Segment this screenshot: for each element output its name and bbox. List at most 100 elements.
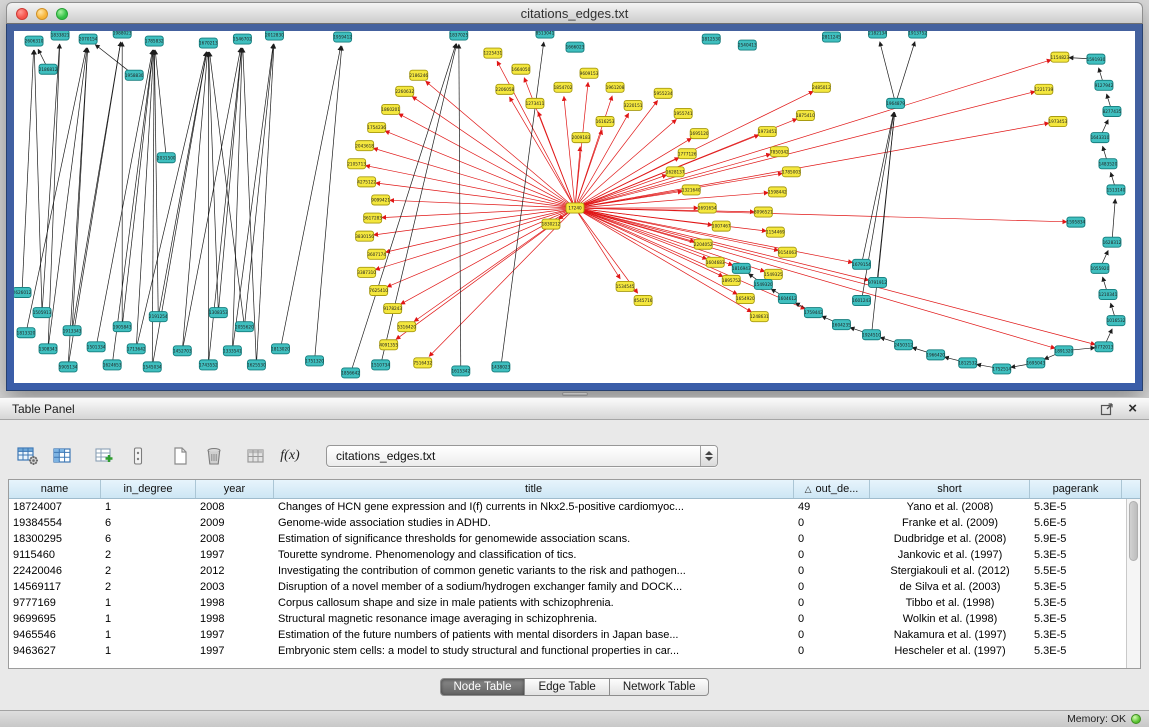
graph-node[interactable]: 1273411 (526, 98, 545, 108)
graph-node[interactable]: 1713642 (127, 344, 146, 354)
graph-node[interactable]: 2012830 (265, 31, 284, 40)
graph-node[interactable]: 2626012 (14, 287, 32, 297)
graph-node[interactable]: 2186812 (39, 64, 58, 74)
graph-node[interactable]: 1854702 (554, 82, 573, 92)
graph-node[interactable]: 1210341 (1099, 289, 1118, 299)
graph-node[interactable]: 9099421 (371, 195, 390, 205)
graph-node[interactable]: 1891320 (1055, 346, 1074, 356)
graph-node[interactable]: 1966420 (926, 350, 945, 360)
graph-node[interactable]: 1666023 (566, 42, 585, 52)
graph-node[interactable]: 5955234 (654, 88, 673, 98)
graph-node[interactable]: 9127942 (1095, 80, 1114, 90)
graph-node[interactable]: 9178243 (383, 304, 402, 314)
graph-node[interactable]: 1830212 (542, 219, 561, 229)
graph-node[interactable]: 1601243 (852, 296, 871, 306)
graph-node[interactable]: 1695043 (1026, 358, 1045, 368)
graph-node[interactable]: 8513041 (536, 31, 555, 38)
graph-node[interactable]: 1955741 (674, 108, 693, 118)
graph-node[interactable]: 1691654 (698, 203, 717, 213)
graph-node[interactable]: 7516432 (413, 358, 432, 368)
close-panel-button[interactable]: × (1128, 402, 1137, 416)
row-tools-button[interactable] (124, 443, 152, 469)
column-header-pagerank[interactable]: pagerank (1030, 480, 1122, 498)
graph-node[interactable]: 2485012 (812, 82, 831, 92)
function-builder-button[interactable]: f(x) (276, 443, 304, 469)
graph-node[interactable]: 1513140 (1107, 185, 1126, 195)
graph-node[interactable]: 9609153 (580, 68, 599, 78)
table-row[interactable]: 946554611997Estimation of the future num… (9, 627, 1126, 643)
graph-node[interactable]: 1905843 (113, 322, 132, 332)
float-panel-button[interactable] (1100, 402, 1114, 416)
column-header-in_degree[interactable]: in_degree (101, 480, 196, 498)
graph-node[interactable]: 1333541 (223, 346, 242, 356)
graph-node[interactable]: 1913752 (908, 31, 927, 38)
graph-node[interactable]: 1616253 (596, 116, 615, 126)
graph-node[interactable]: 1751320 (305, 356, 324, 366)
graph-node[interactable]: 1812532 (958, 358, 977, 368)
graph-node[interactable]: 1549320 (754, 279, 773, 289)
graph-node[interactable]: 5905134 (59, 362, 78, 372)
graph-node[interactable]: 1055920 (1091, 263, 1110, 273)
table-row[interactable]: 911546021997Tourette syndrome. Phenomeno… (9, 547, 1126, 563)
graph-node[interactable]: 1813320 (17, 328, 36, 338)
graph-node[interactable]: 1604683 (706, 257, 725, 267)
graph-node[interactable]: 1988023 (113, 31, 132, 38)
graph-node[interactable]: 1964879 (886, 98, 905, 108)
graph-node[interactable]: 2260632 (395, 86, 414, 96)
graph-node[interactable]: 1534545 (616, 281, 635, 291)
column-header-title[interactable]: title (274, 480, 794, 498)
graph-node[interactable]: 1670213 (199, 38, 218, 48)
graph-node[interactable]: 3387310 (357, 267, 376, 277)
graph-node[interactable]: 1643310 (1091, 133, 1110, 143)
graph-node[interactable]: 3607174 (367, 249, 386, 259)
graph-node[interactable]: 1679154 (852, 259, 871, 269)
graph-node[interactable]: 1510734 (371, 360, 390, 370)
graph-node[interactable]: 1604612 (778, 293, 797, 303)
graph-node[interactable]: 1154823 (1051, 52, 1070, 62)
graph-node[interactable]: 1628312 (1103, 237, 1122, 247)
graph-node[interactable]: 4275122 (357, 177, 376, 187)
network-canvas[interactable]: 1724021862462260632186020117542362043618… (14, 31, 1135, 383)
graph-node[interactable]: 1248631 (750, 312, 769, 322)
graph-node[interactable]: 2204052 (694, 239, 713, 249)
graph-node[interactable]: 1483520 (1099, 159, 1118, 169)
graph-node[interactable]: 1777126 (678, 149, 697, 159)
graph-node[interactable]: 1973451 (758, 127, 777, 137)
graph-node[interactable]: 1221739 (1034, 84, 1053, 94)
graph-node[interactable]: 4091355 (379, 340, 398, 350)
graph-node[interactable]: 1754236 (367, 123, 386, 133)
column-header-short[interactable]: short (870, 480, 1030, 498)
graph-node[interactable]: 2070154 (79, 34, 98, 44)
graph-node[interactable]: 2191254 (149, 312, 168, 322)
graph-node[interactable]: 8277435 (1103, 106, 1122, 116)
graph-node[interactable]: 2540413 (738, 40, 757, 50)
graph-node[interactable]: 1225431 (484, 48, 503, 58)
graph-node[interactable]: 1785003 (782, 167, 801, 177)
graph-node[interactable]: 8096521 (754, 207, 773, 217)
graph-node[interactable]: 1860201 (381, 104, 400, 114)
table-row[interactable]: 1872400712008Changes of HCN gene express… (9, 499, 1126, 515)
graph-node[interactable]: 1624653 (103, 360, 122, 370)
table-row[interactable]: 1830029562008Estimation of significance … (9, 531, 1126, 547)
graph-node[interactable]: 1321640 (682, 185, 701, 195)
graph-node[interactable]: 1604235 (832, 320, 851, 330)
graph-node[interactable]: 1501334 (87, 342, 106, 352)
scrollbar-thumb[interactable] (1129, 501, 1138, 561)
tab-network-table[interactable]: Network Table (610, 678, 710, 696)
graph-node[interactable]: 1961208 (606, 82, 625, 92)
delete-table-button[interactable] (200, 443, 228, 469)
graph-node[interactable]: 1959412 (333, 32, 352, 42)
graph-node[interactable]: 1895752 (722, 275, 741, 285)
import-table-button[interactable] (242, 443, 270, 469)
graph-node[interactable]: 1924510 (862, 330, 881, 340)
network-window-titlebar[interactable]: citations_edges.txt (6, 2, 1143, 24)
graph-node[interactable]: 7850342 (770, 147, 789, 157)
graph-node[interactable]: 1695120 (690, 129, 709, 139)
table-scrollbar[interactable] (1126, 499, 1140, 668)
graph-node[interactable]: 1452703 (173, 346, 192, 356)
graph-node[interactable]: 1856642 (341, 368, 360, 378)
graph-node[interactable]: 2055620 (235, 322, 254, 332)
graph-node[interactable]: 2009183 (572, 133, 591, 143)
graph-node[interactable]: 2186246 (409, 70, 428, 80)
show-columns-button[interactable] (48, 443, 76, 469)
